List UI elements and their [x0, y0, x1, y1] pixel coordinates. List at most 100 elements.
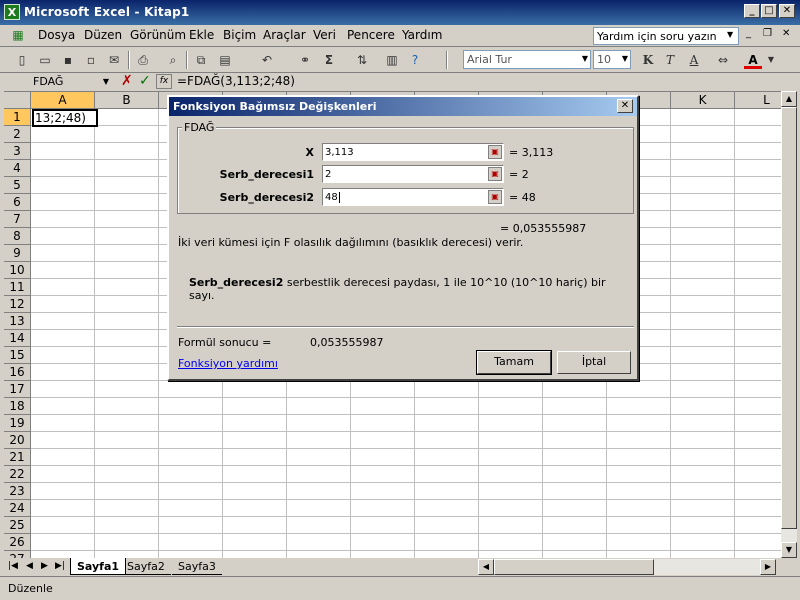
cancel-button[interactable]: İptal: [557, 351, 631, 374]
arg-df1-input[interactable]: 2 ▣: [322, 165, 504, 183]
font-color-button[interactable]: A: [744, 51, 762, 69]
row-header[interactable]: 21: [4, 449, 31, 466]
bold-button[interactable]: K: [639, 51, 657, 69]
column-header[interactable]: L: [735, 92, 781, 109]
row-header[interactable]: 12: [4, 296, 31, 313]
sheet-tab-sayfa1[interactable]: Sayfa1: [70, 558, 127, 575]
open-folder-icon[interactable]: ▭: [36, 51, 54, 69]
italic-button[interactable]: T: [661, 51, 679, 69]
horizontal-scroll-thumb[interactable]: [494, 559, 654, 575]
underline-button[interactable]: A: [685, 51, 703, 69]
row-header[interactable]: 4: [4, 160, 31, 177]
row-header[interactable]: 20: [4, 432, 31, 449]
formula-input[interactable]: =FDAĞ(3,113;2;48): [177, 74, 295, 88]
last-sheet-icon[interactable]: ▶|: [55, 561, 65, 571]
menu-araclar[interactable]: Araçlar: [263, 28, 306, 42]
new-document-icon[interactable]: ▯: [13, 51, 31, 69]
doc-minimize-icon[interactable]: _: [746, 28, 751, 39]
row-header[interactable]: 17: [4, 381, 31, 398]
insert-function-button[interactable]: fx: [156, 74, 172, 89]
menu-ekle[interactable]: Ekle: [189, 28, 214, 42]
column-header[interactable]: K: [671, 92, 735, 109]
doc-restore-icon[interactable]: ❐: [763, 28, 772, 39]
vertical-scroll-thumb[interactable]: [781, 107, 797, 529]
collapse-dialog-icon[interactable]: ▣: [488, 167, 502, 181]
menu-bicim[interactable]: Biçim: [223, 28, 256, 42]
excel-doc-icon[interactable]: ▦: [9, 26, 27, 44]
maximize-button[interactable]: □: [761, 4, 777, 18]
row-header[interactable]: 14: [4, 330, 31, 347]
row-header[interactable]: 26: [4, 534, 31, 551]
merge-center-icon[interactable]: ⇔: [714, 51, 732, 69]
hyperlink-icon[interactable]: ⚭: [296, 51, 314, 69]
column-header[interactable]: A: [31, 92, 95, 109]
menu-gorunum[interactable]: Görünüm: [130, 28, 186, 42]
row-header[interactable]: 9: [4, 245, 31, 262]
menu-pencere[interactable]: Pencere: [347, 28, 395, 42]
collapse-dialog-icon[interactable]: ▣: [488, 145, 502, 159]
row-header[interactable]: 1: [4, 109, 31, 126]
vertical-scrollbar[interactable]: ▲ ▼: [781, 91, 797, 558]
save-icon[interactable]: ▪: [59, 51, 77, 69]
autosum-icon[interactable]: Σ: [320, 51, 338, 69]
permission-icon[interactable]: ▫: [82, 51, 100, 69]
row-header[interactable]: 18: [4, 398, 31, 415]
menu-duzen[interactable]: Düzen: [84, 28, 122, 42]
cancel-edit-icon[interactable]: ✗: [121, 73, 133, 89]
active-cell-a1[interactable]: 13;2;48): [32, 109, 98, 127]
row-header[interactable]: 11: [4, 279, 31, 296]
dialog-close-button[interactable]: ✕: [617, 99, 633, 113]
row-header[interactable]: 27: [4, 551, 31, 558]
paste-icon[interactable]: ▤: [216, 51, 234, 69]
row-header[interactable]: 10: [4, 262, 31, 279]
next-sheet-icon[interactable]: ▶: [41, 561, 48, 571]
column-header[interactable]: B: [95, 92, 159, 109]
row-header[interactable]: 15: [4, 347, 31, 364]
font-name-select[interactable]: Arial Tur ▼: [463, 50, 591, 69]
chart-wizard-icon[interactable]: ▥: [383, 51, 401, 69]
minimize-button[interactable]: _: [744, 4, 760, 18]
scroll-up-icon[interactable]: ▲: [781, 91, 797, 107]
doc-close-icon[interactable]: ✕: [782, 28, 790, 39]
sort-ascending-icon[interactable]: ⇅: [353, 51, 371, 69]
copy-icon[interactable]: ⧉: [192, 51, 210, 69]
select-all-corner[interactable]: [4, 92, 31, 109]
scroll-left-icon[interactable]: ◀: [478, 559, 494, 575]
menu-yardim[interactable]: Yardım: [402, 28, 442, 42]
dialog-title-bar[interactable]: Fonksiyon Bağımsız Değişkenleri ✕: [169, 97, 637, 116]
arg-x-input[interactable]: 3,113 ▣: [322, 143, 504, 161]
print-icon[interactable]: ⎙: [134, 51, 152, 69]
row-header[interactable]: 16: [4, 364, 31, 381]
font-size-select[interactable]: 10 ▼: [593, 50, 631, 69]
confirm-edit-icon[interactable]: ✓: [139, 73, 151, 89]
row-header[interactable]: 13: [4, 313, 31, 330]
row-header[interactable]: 3: [4, 143, 31, 160]
menu-veri[interactable]: Veri: [313, 28, 336, 42]
menu-dosya[interactable]: Dosya: [38, 28, 75, 42]
close-button[interactable]: ✕: [779, 4, 795, 18]
help-dropdown-arrow[interactable]: ▼: [727, 30, 733, 39]
row-header[interactable]: 25: [4, 517, 31, 534]
undo-icon[interactable]: ↶: [258, 51, 276, 69]
row-header[interactable]: 6: [4, 194, 31, 211]
prev-sheet-icon[interactable]: ◀: [26, 561, 33, 571]
name-box[interactable]: FDAĞ ▼: [3, 74, 113, 90]
row-header[interactable]: 2: [4, 126, 31, 143]
scroll-down-icon[interactable]: ▼: [781, 542, 797, 558]
function-help-link[interactable]: Fonksiyon yardımı: [178, 357, 278, 370]
row-header[interactable]: 7: [4, 211, 31, 228]
collapse-dialog-icon[interactable]: ▣: [488, 190, 502, 204]
help-question-input[interactable]: Yardım için soru yazın: [593, 27, 739, 45]
row-header[interactable]: 24: [4, 500, 31, 517]
help-icon[interactable]: ?: [406, 51, 424, 69]
scroll-right-icon[interactable]: ▶: [760, 559, 776, 575]
chevron-down-icon[interactable]: ▼: [762, 51, 780, 69]
horizontal-scrollbar[interactable]: ◀ ▶: [478, 559, 776, 575]
row-header[interactable]: 5: [4, 177, 31, 194]
arg-df2-input[interactable]: 48 ▣: [322, 188, 504, 206]
sheet-tab-sayfa2[interactable]: Sayfa2: [121, 558, 171, 575]
email-icon[interactable]: ✉: [105, 51, 123, 69]
first-sheet-icon[interactable]: |◀: [8, 561, 18, 571]
row-header[interactable]: 23: [4, 483, 31, 500]
row-header[interactable]: 8: [4, 228, 31, 245]
